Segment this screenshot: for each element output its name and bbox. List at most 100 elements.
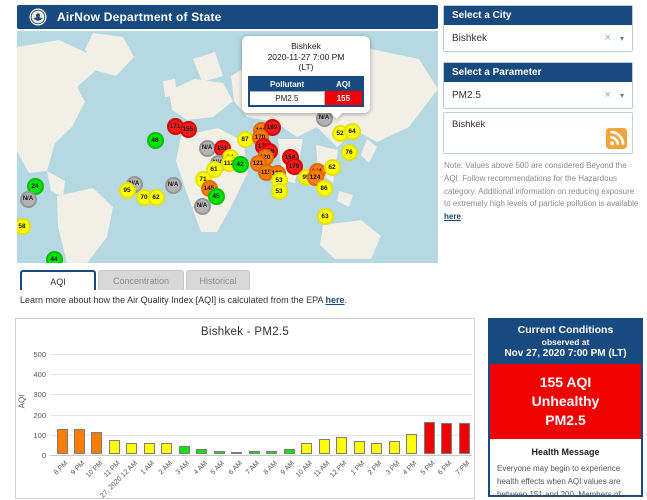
tab-historical[interactable]: Historical <box>186 270 250 290</box>
department-of-state-seal-icon <box>29 8 47 26</box>
aqi-map-marker[interactable]: 53 <box>270 182 288 200</box>
x-axis-tick: 6 AM <box>227 460 244 477</box>
tooltip-datetime: 2020-11-27 7:00 PM <box>267 51 345 62</box>
x-axis-tick: 3 AM <box>175 460 192 477</box>
health-message-block: Health Message Everyone may begin to exp… <box>490 439 641 500</box>
chart-plot-area: 8 PM 9 PM 10 PM 11 PM 27, 2020 12 AM 1 AM 2 AM… <box>50 354 472 500</box>
x-axis-tick: 3 PM <box>384 460 402 477</box>
city-feed-box: Bishkek <box>443 112 633 154</box>
aqi-map-marker[interactable]: 76 <box>340 143 358 161</box>
note-link[interactable]: here <box>444 212 461 221</box>
chart-bar[interactable] <box>196 448 208 454</box>
chart-bar[interactable] <box>406 434 418 454</box>
aqi-map-marker[interactable]: N/A <box>198 139 216 157</box>
aqi-value: 155 AQI <box>539 374 592 390</box>
y-axis-tick: 400 <box>33 370 46 380</box>
world-map[interactable]: Bishkek 2020-11-27 7:00 PM (LT) Pollutan… <box>17 31 438 263</box>
chart-bar[interactable] <box>126 442 138 454</box>
tab-aqi[interactable]: AQI <box>20 270 96 290</box>
x-axis-tick: 2 AM <box>157 460 174 477</box>
parameter-select[interactable]: PM2.5 × ▾ <box>444 82 632 108</box>
x-axis-tick: 7 PM <box>454 460 471 477</box>
chart-bar[interactable] <box>73 429 85 454</box>
learn-more-suffix: . <box>344 295 348 305</box>
learn-more-text: Learn more about how the Air Quality Ind… <box>20 295 347 305</box>
aqi-map-marker[interactable]: 64 <box>343 122 361 140</box>
chart-bar[interactable] <box>178 446 190 454</box>
select-city-header: Select a City <box>444 6 632 25</box>
aqi-map-marker[interactable]: 87 <box>236 130 254 148</box>
aqi-map-marker[interactable]: 62 <box>323 158 341 176</box>
aqi-map-marker[interactable]: 58 <box>17 217 31 235</box>
chevron-down-icon[interactable]: ▾ <box>620 34 624 43</box>
chart-bar[interactable] <box>336 436 348 454</box>
aqi-map-marker[interactable]: 42 <box>231 155 249 173</box>
chart-bar[interactable] <box>108 439 120 454</box>
tooltip-pollutant-value: PM2.5 <box>248 90 325 107</box>
chart-bar[interactable] <box>56 428 68 454</box>
tooltip-table: Pollutant AQI PM2.5 155 <box>248 75 364 107</box>
tooltip-timezone: (LT) <box>298 62 314 73</box>
aqi-map-marker[interactable]: N/A <box>164 176 182 194</box>
chart-bar[interactable] <box>248 451 260 454</box>
app-title: AirNow Department of State <box>57 10 222 24</box>
city-select-value: Bishkek <box>452 32 488 44</box>
chart-bar[interactable] <box>318 438 330 454</box>
aqi-map-marker[interactable]: 86 <box>315 179 333 197</box>
aqi-pollutant: PM2.5 <box>545 411 586 428</box>
chart-bar[interactable] <box>91 432 103 454</box>
chart-tabs: AQI Concentration Historical <box>20 270 250 290</box>
chart-bar[interactable] <box>441 423 453 454</box>
city-select[interactable]: Bishkek × ▾ <box>444 25 632 51</box>
aqi-map-marker[interactable]: N/A <box>19 190 37 208</box>
tab-concentration[interactable]: Concentration <box>98 270 184 290</box>
aqi-map-marker[interactable]: 48 <box>146 131 164 149</box>
x-axis-tick: 12 PM <box>329 460 349 480</box>
chart-gridline <box>50 354 472 355</box>
map-tooltip: Bishkek 2020-11-27 7:00 PM (LT) Pollutan… <box>242 36 370 113</box>
aqi-map-marker[interactable]: 63 <box>316 207 334 225</box>
chart-bar[interactable] <box>266 451 278 454</box>
chart-bar[interactable] <box>301 442 313 454</box>
chevron-down-icon[interactable]: ▾ <box>620 91 624 100</box>
x-axis-tick: 5 PM <box>419 460 437 477</box>
observed-at-label: observed at <box>541 337 590 347</box>
aqi-map-marker[interactable]: 62 <box>147 188 165 206</box>
clear-parameter-icon[interactable]: × <box>605 89 611 101</box>
chart-gridline <box>50 455 472 456</box>
aqi-map-marker[interactable]: N/A <box>193 197 211 215</box>
chart-bar[interactable] <box>371 442 383 454</box>
chart-bar[interactable] <box>161 443 173 454</box>
x-axis-tick: 10 PM <box>84 460 104 480</box>
rss-feed-icon[interactable] <box>606 128 627 149</box>
chart-bar[interactable] <box>423 422 435 454</box>
x-axis-tick: 6 PM <box>437 460 454 477</box>
aqi-note-text: Note: Values above 500 are considered Be… <box>444 160 640 224</box>
chart-bar[interactable] <box>353 441 365 454</box>
x-axis-tick: 2 PM <box>367 460 384 477</box>
chart-bar[interactable] <box>143 442 155 454</box>
x-axis-tick: 8 AM <box>262 460 279 477</box>
learn-more-link[interactable]: here <box>326 295 345 305</box>
aqi-map-marker[interactable]: 95 <box>118 181 136 199</box>
x-axis-tick: 4 AM <box>192 460 209 477</box>
aqi-map-marker[interactable]: 155 <box>179 120 197 138</box>
chart-bar[interactable] <box>213 450 225 454</box>
select-city-panel: Select a City Bishkek × ▾ <box>443 5 633 52</box>
tooltip-pollutant-header: Pollutant <box>249 76 325 92</box>
aqi-category: Unhealthy <box>531 392 600 409</box>
chart-bar[interactable] <box>231 451 243 454</box>
chart-bar[interactable] <box>388 440 400 454</box>
y-axis-tick: 0 <box>41 451 46 460</box>
y-axis-tick: 200 <box>33 410 46 420</box>
health-message-text: Everyone may begin to experience health … <box>497 463 621 500</box>
y-axis-tick: 500 <box>33 350 46 359</box>
x-axis-tick: 8 PM <box>52 460 69 477</box>
aqi-chart-panel: Bishkek - PM2.5 AQI 8 PM 9 PM 10 PM 11 PM 27… <box>15 318 475 500</box>
chart-bar[interactable] <box>458 422 470 454</box>
x-axis-tick: 10 AM <box>294 460 314 479</box>
chart-bar[interactable] <box>283 448 295 454</box>
aqi-map-marker[interactable]: 44 <box>45 250 63 263</box>
health-message-title: Health Message <box>531 446 600 457</box>
clear-city-icon[interactable]: × <box>605 32 611 44</box>
